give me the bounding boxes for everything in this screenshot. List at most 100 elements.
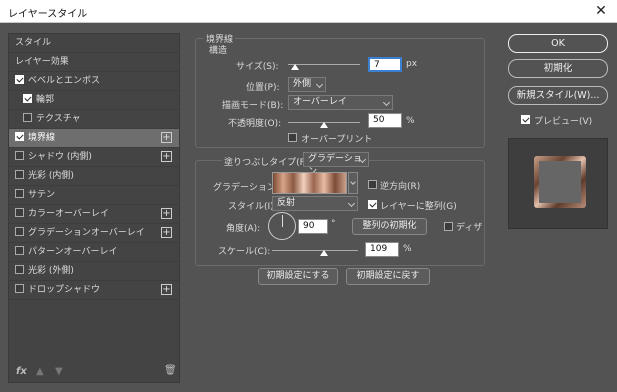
style-select[interactable]: 反射 <box>272 196 358 211</box>
checkbox[interactable] <box>23 113 32 122</box>
scale-slider[interactable] <box>272 250 358 251</box>
scale-slider-thumb[interactable] <box>320 250 328 256</box>
add-icon[interactable]: + <box>161 208 172 219</box>
size-slider-thumb[interactable] <box>291 64 299 70</box>
opacity-input[interactable]: 50 <box>368 113 402 128</box>
angle-unit: ° <box>331 219 336 229</box>
add-icon[interactable]: + <box>161 132 172 143</box>
checkbox[interactable] <box>15 208 24 217</box>
checkbox[interactable] <box>15 284 24 293</box>
list-item-label: カラーオーバーレイ <box>28 209 109 219</box>
opacity-unit: % <box>406 116 415 126</box>
chevron-down-icon <box>315 80 324 89</box>
effects-toolbar: fx ▲ ▼ 🗑 <box>8 362 180 383</box>
add-icon[interactable]: + <box>161 227 172 238</box>
opacity-label: 不透明度(O): <box>228 119 282 129</box>
size-input[interactable]: 7 <box>368 57 402 72</box>
scale-input[interactable]: 109 <box>365 242 399 257</box>
scale-unit: % <box>403 244 412 254</box>
list-item-label: 輪郭 <box>36 95 55 105</box>
effects-list: スタイル レイヤー効果 ベベルとエンボス 輪郭 テクスチャ 境界線 + シャドウ … <box>8 33 180 383</box>
checkbox[interactable] <box>15 170 24 179</box>
blend-mode-select[interactable]: オーバーレイ <box>288 95 393 110</box>
angle-dial[interactable] <box>268 212 296 240</box>
make-default-button[interactable]: 初期設定にする <box>258 268 338 285</box>
checkbox[interactable] <box>15 75 24 84</box>
preview-swatch-fill <box>539 161 581 203</box>
blend-mode-value: オーバーレイ <box>293 97 347 107</box>
align-with-layer-label: レイヤーに整列(G) <box>380 202 457 212</box>
dither-label: ディザ <box>456 223 483 233</box>
opacity-slider-thumb[interactable] <box>320 122 328 128</box>
trash-icon[interactable]: 🗑 <box>164 365 177 376</box>
list-item-inner-shadow[interactable]: シャドウ (内側) + <box>9 148 179 167</box>
list-item-label: パターンオーバーレイ <box>28 247 118 257</box>
list-item-label: シャドウ (内側) <box>28 152 92 162</box>
chevron-down-icon <box>347 199 356 208</box>
new-style-button[interactable]: 新規スタイル(W)... <box>508 86 608 105</box>
list-item-label: 光彩 (内側) <box>28 171 74 181</box>
add-icon[interactable]: + <box>161 151 172 162</box>
list-item-label: サテン <box>28 190 56 200</box>
checkbox[interactable] <box>15 246 24 255</box>
reset-button[interactable]: 初期化 <box>508 59 608 78</box>
overprint-label: オーバープリント <box>301 135 373 145</box>
scale-label: スケール(C): <box>218 247 271 257</box>
checkbox[interactable] <box>15 132 24 141</box>
fill-type-select[interactable]: グラデーション <box>303 152 369 177</box>
preview-checkbox[interactable] <box>521 115 530 124</box>
checkbox[interactable] <box>15 265 24 274</box>
gradient-dropdown[interactable] <box>348 172 358 194</box>
list-item-drop-shadow[interactable]: ドロップシャドウ + <box>9 281 179 300</box>
fx-icon[interactable]: fx <box>16 366 27 377</box>
size-unit: px <box>406 59 418 69</box>
list-item-label: ドロップシャドウ <box>28 285 101 295</box>
structure-title: 構造 <box>207 43 230 56</box>
preview-swatch <box>534 156 586 208</box>
window-title: レイヤースタイル <box>8 9 88 20</box>
chevron-down-icon <box>382 98 391 107</box>
list-item-style[interactable]: スタイル <box>9 34 179 53</box>
checkbox[interactable] <box>23 94 32 103</box>
checkbox[interactable] <box>15 227 24 236</box>
dither-checkbox[interactable] <box>444 222 453 231</box>
style-preview <box>508 138 608 229</box>
list-item-label: スタイル <box>15 38 52 48</box>
gradient-preview[interactable] <box>272 172 347 194</box>
overprint-checkbox[interactable] <box>288 133 297 142</box>
angle-label: 角度(A): <box>226 224 261 234</box>
checkbox[interactable] <box>15 189 24 198</box>
list-item-outer-glow[interactable]: 光彩 (外側) <box>9 262 179 281</box>
ok-button[interactable]: OK <box>508 34 608 53</box>
reset-default-button[interactable]: 初期設定に戻す <box>346 268 430 285</box>
preview-label: プレビュー(V) <box>534 117 593 127</box>
list-item-label: 光彩 (外側) <box>28 266 74 276</box>
list-item-inner-glow[interactable]: 光彩 (内側) <box>9 167 179 186</box>
list-item-stroke[interactable]: 境界線 + <box>9 129 179 148</box>
list-item-pattern-overlay[interactable]: パターンオーバーレイ <box>9 243 179 262</box>
list-item-gradient-overlay[interactable]: グラデーションオーバーレイ + <box>9 224 179 243</box>
list-item-layer-effects[interactable]: レイヤー効果 <box>9 53 179 72</box>
list-item-bevel-emboss[interactable]: ベベルとエンボス <box>9 72 179 91</box>
add-icon[interactable]: + <box>161 284 172 295</box>
list-item-label: グラデーションオーバーレイ <box>28 228 145 238</box>
move-up-icon[interactable]: ▲ <box>36 366 44 377</box>
angle-input[interactable]: 90 <box>298 219 328 234</box>
list-item-label: ベベルとエンボス <box>28 76 101 86</box>
close-icon[interactable]: ✕ <box>591 2 611 20</box>
reset-alignment-button[interactable]: 整列の初期化 <box>352 218 427 235</box>
list-item-contour[interactable]: 輪郭 <box>9 91 179 110</box>
list-item-texture[interactable]: テクスチャ <box>9 110 179 129</box>
list-item-label: 境界線 <box>28 133 56 143</box>
move-down-icon[interactable]: ▼ <box>55 366 63 377</box>
checkbox[interactable] <box>15 151 24 160</box>
position-select[interactable]: 外側 <box>288 77 326 92</box>
blend-mode-label: 描画モード(B): <box>222 101 284 111</box>
align-with-layer-checkbox[interactable] <box>368 200 377 209</box>
list-item-color-overlay[interactable]: カラーオーバーレイ + <box>9 205 179 224</box>
position-value: 外側 <box>293 79 312 89</box>
list-item-label: レイヤー効果 <box>15 57 69 67</box>
list-item-label: テクスチャ <box>36 114 81 124</box>
reverse-checkbox[interactable] <box>368 180 377 189</box>
list-item-satin[interactable]: サテン <box>9 186 179 205</box>
